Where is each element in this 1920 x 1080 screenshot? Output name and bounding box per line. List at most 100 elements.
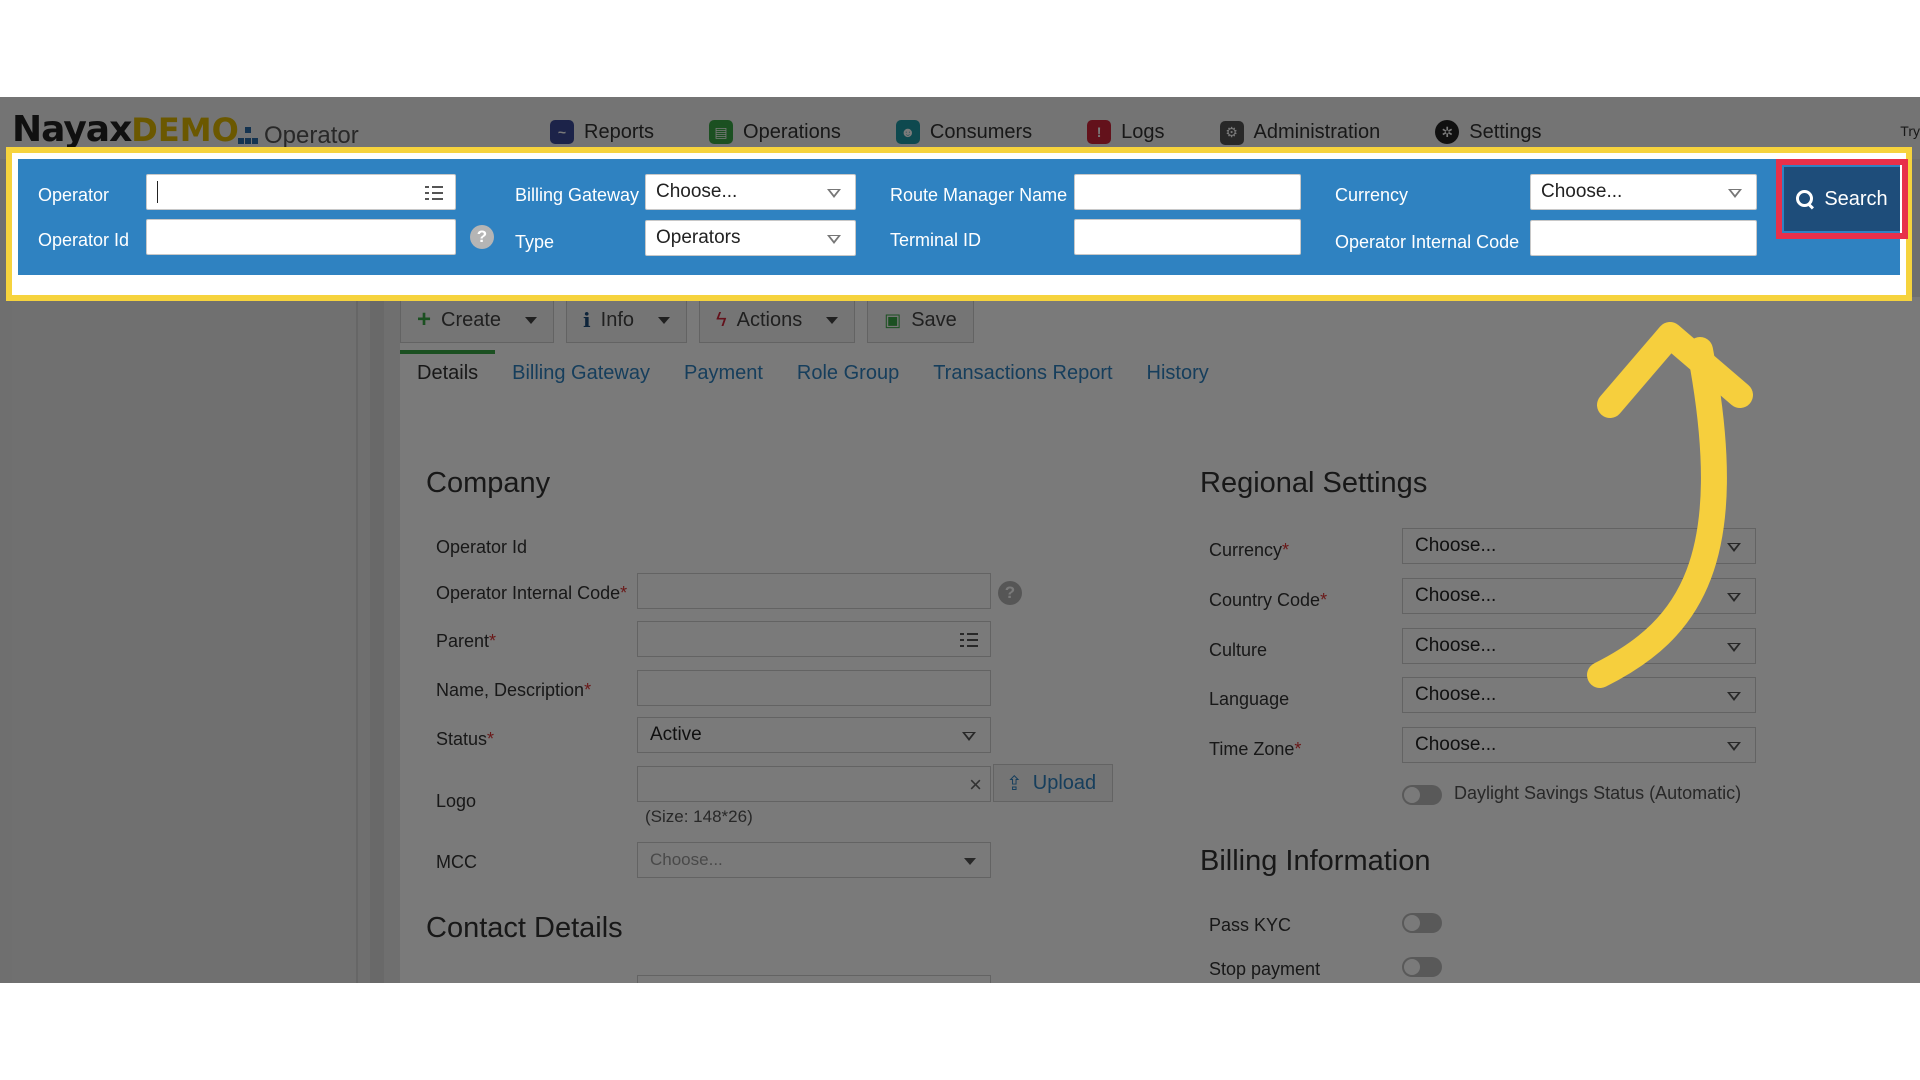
status-select[interactable]: Active: [637, 717, 991, 753]
nav-label: Settings: [1469, 120, 1542, 143]
name-description-input[interactable]: [637, 670, 991, 706]
pass-kyc-label: Pass KYC: [1209, 915, 1292, 935]
internal-code-input[interactable]: [637, 573, 991, 609]
nav-label: Reports: [584, 120, 655, 143]
tab-details[interactable]: Details: [400, 350, 496, 399]
search-panel: Operator Operator Id ? Billing Gateway C…: [18, 159, 1900, 275]
operator-input[interactable]: [146, 174, 456, 210]
administration-icon: ⚙: [1219, 120, 1244, 145]
caret-down-icon: [964, 858, 976, 865]
save-icon: ▣: [884, 309, 902, 330]
terminal-id-label: Terminal ID: [890, 230, 982, 250]
mcc-label: MCC: [436, 852, 477, 872]
country-code-text: Country Code: [1209, 590, 1321, 610]
nav-reports[interactable]: ~ Reports: [550, 115, 654, 149]
upload-button[interactable]: ⇪ Upload: [993, 764, 1113, 802]
nav-settings[interactable]: ✲ Settings: [1435, 115, 1542, 149]
annotation-arrow: [1587, 322, 1753, 688]
splitter-handle[interactable]: [370, 297, 384, 983]
actions-button[interactable]: ϟ Actions: [699, 297, 856, 343]
create-button[interactable]: + Create: [400, 297, 555, 343]
contact-details-title: Contact Details: [426, 912, 623, 944]
help-icon[interactable]: ?: [998, 581, 1022, 605]
tab-history[interactable]: History: [1130, 350, 1226, 399]
operator-label: Operator: [38, 185, 110, 205]
logo-file-input[interactable]: ×: [637, 766, 991, 802]
help-icon[interactable]: ?: [470, 225, 494, 249]
parent-input[interactable]: [637, 621, 991, 657]
country-code-value: Choose...: [1415, 585, 1497, 606]
currency-value: Choose...: [1415, 535, 1497, 556]
route-manager-input[interactable]: [1074, 174, 1301, 210]
nav-label: Administration: [1253, 121, 1381, 143]
mcc-select[interactable]: Choose...: [637, 842, 991, 878]
time-zone-value: Choose...: [1415, 734, 1497, 755]
chevron-down-icon: [827, 189, 841, 198]
nav-logs[interactable]: ! Logs: [1087, 115, 1165, 149]
type-label: Type: [515, 232, 555, 252]
currency-label: Currency: [1335, 185, 1409, 205]
currency-select[interactable]: Choose...: [1530, 174, 1757, 210]
lightning-icon: ϟ: [716, 308, 727, 331]
chevron-down-icon: [1727, 742, 1741, 751]
status-label: Status*: [436, 729, 495, 749]
nayax-logo: NayaxDEMO: [12, 109, 239, 150]
mcc-value: Choose...: [650, 850, 723, 869]
operator-id-label: Operator Id: [38, 230, 130, 250]
nav-operations[interactable]: ▤ Operations: [709, 115, 841, 149]
billing-gateway-select[interactable]: Choose...: [645, 174, 856, 210]
type-select[interactable]: Operators: [645, 220, 856, 256]
nav-label: Consumers: [929, 120, 1033, 143]
stop-payment-toggle[interactable]: [1402, 957, 1442, 977]
parent-label: Parent*: [436, 631, 497, 651]
internal-code-text: Operator Internal Code: [436, 583, 621, 603]
tab-role-group[interactable]: Role Group: [780, 350, 916, 399]
tab-transactions-report[interactable]: Transactions Report: [916, 350, 1129, 399]
tab-payment[interactable]: Payment: [667, 350, 780, 399]
chevron-down-icon: [826, 316, 839, 324]
operator-id-input[interactable]: [146, 219, 456, 255]
info-label: Info: [600, 308, 635, 331]
billing-gateway-label: Billing Gateway: [515, 185, 640, 205]
operator-internal-code-label: Operator Internal Code: [1335, 232, 1520, 252]
text-cursor: [157, 181, 158, 203]
clear-icon[interactable]: ×: [969, 772, 982, 798]
contact-input[interactable]: [637, 975, 991, 983]
time-zone-select[interactable]: Choose...: [1402, 727, 1756, 763]
regional-settings-title: Regional Settings: [1200, 467, 1428, 499]
terminal-id-input[interactable]: [1074, 219, 1301, 255]
save-button[interactable]: ▣ Save: [867, 297, 974, 343]
logo-label: Logo: [436, 791, 477, 811]
info-button[interactable]: i Info: [566, 297, 688, 343]
create-label: Create: [441, 308, 502, 331]
parent-text: Parent: [436, 631, 490, 651]
chevron-down-icon: [1727, 692, 1741, 701]
culture-label: Culture: [1209, 640, 1268, 660]
billing-gateway-value: Choose...: [656, 181, 738, 202]
operator-internal-code-input[interactable]: [1530, 220, 1757, 256]
operator-id-label: Operator Id: [436, 537, 528, 557]
route-manager-label: Route Manager Name: [890, 185, 1068, 205]
country-code-label: Country Code*: [1209, 590, 1328, 610]
search-button-highlight: Search: [1776, 159, 1908, 239]
chevron-down-icon: [658, 316, 671, 324]
plus-icon: +: [417, 306, 432, 333]
list-icon[interactable]: [960, 632, 978, 648]
logo-demo: DEMO: [131, 111, 239, 149]
currency-label: Currency*: [1209, 540, 1290, 560]
try-link[interactable]: Try: [1900, 123, 1920, 139]
list-icon[interactable]: [425, 185, 443, 201]
search-panel-highlight: Operator Operator Id ? Billing Gateway C…: [6, 147, 1912, 301]
pass-kyc-toggle[interactable]: [1402, 913, 1442, 933]
nav-consumers[interactable]: ☻ Consumers: [895, 115, 1033, 149]
tab-billing-gateway[interactable]: Billing Gateway: [495, 350, 667, 399]
search-button[interactable]: Search: [1784, 167, 1900, 231]
chart-icon: ~: [550, 120, 574, 144]
name-description-label: Name, Description*: [436, 680, 592, 700]
currency-value: Choose...: [1541, 181, 1623, 202]
language-value: Choose...: [1415, 684, 1497, 705]
internal-code-label: Operator Internal Code*: [436, 583, 628, 603]
currency-text: Currency: [1209, 540, 1283, 560]
daylight-savings-toggle[interactable]: [1402, 785, 1442, 805]
status-value: Active: [650, 724, 702, 745]
